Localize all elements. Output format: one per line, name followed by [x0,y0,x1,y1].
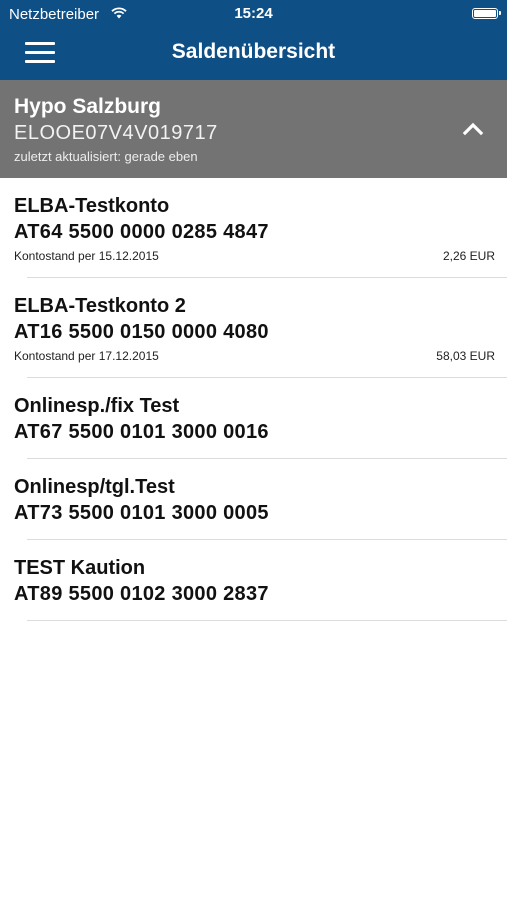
account-list: ELBA-Testkonto AT64 5500 0000 0285 4847 … [0,178,507,621]
account-iban: AT64 5500 0000 0285 4847 [14,221,269,243]
nav-bar: Saldenübersicht [0,28,507,80]
account-item-elba-testkonto[interactable]: ELBA-Testkonto AT64 5500 0000 0285 4847 … [0,178,507,278]
balance-date: Kontostand per 15.12.2015 [14,249,159,263]
divider [27,620,507,621]
balance-date: Kontostand per 17.12.2015 [14,349,159,363]
account-name: Onlinesp./fix Test [14,395,180,417]
bank-name: Hypo Salzburg [14,95,162,118]
account-name: Onlinesp/tgl.Test [14,476,175,498]
account-item-onlinesp-tgl-test[interactable]: Onlinesp/tgl.Test AT73 5500 0101 3000 00… [0,459,507,540]
bank-header[interactable]: Hypo Salzburg ELOOE07V4V019717 zuletzt a… [0,80,507,178]
bank-user-id: ELOOE07V4V019717 [14,122,218,144]
chevron-up-icon[interactable] [461,118,485,138]
top-bar: Netzbetreiber 15:24 Saldenübersicht [0,0,507,80]
account-name: ELBA-Testkonto 2 [14,295,186,317]
account-iban: AT89 5500 0102 3000 2837 [14,583,269,605]
account-name: TEST Kaution [14,557,146,579]
balance-amount: 2,26 EUR [442,249,495,263]
battery-icon [472,8,501,19]
account-iban: AT73 5500 0101 3000 0005 [14,502,269,524]
account-item-onlinesp-fix-test[interactable]: Onlinesp./fix Test AT67 5500 0101 3000 0… [0,378,507,459]
account-item-elba-testkonto-2[interactable]: ELBA-Testkonto 2 AT16 5500 0150 0000 408… [0,278,507,378]
status-time: 15:24 [234,5,273,22]
last-updated-label: zuletzt aktualisiert: gerade eben [14,149,198,164]
page-title: Saldenübersicht [171,40,336,63]
status-bar: Netzbetreiber 15:24 [0,0,507,28]
balance-amount: 58,03 EUR [436,349,495,363]
account-name: ELBA-Testkonto [14,195,170,217]
account-iban: AT67 5500 0101 3000 0016 [14,421,269,443]
account-item-test-kaution[interactable]: TEST Kaution AT89 5500 0102 3000 2837 [0,540,507,621]
account-iban: AT16 5500 0150 0000 4080 [14,321,269,343]
